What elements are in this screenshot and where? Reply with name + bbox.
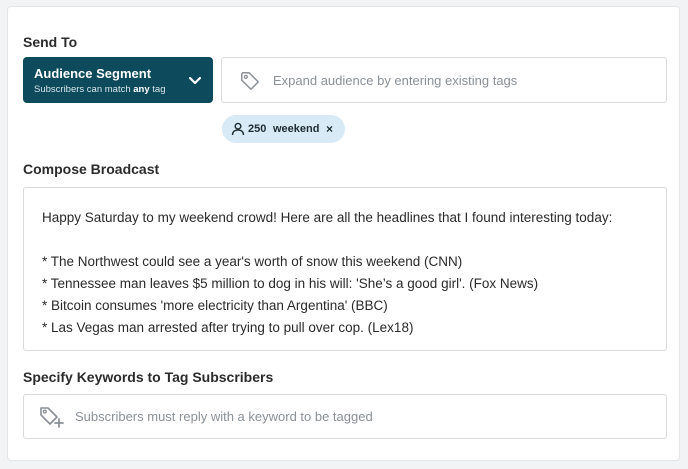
compose-line: * Las Vegas man arrested after trying to… xyxy=(42,320,414,335)
compose-label: Compose Broadcast xyxy=(23,161,160,177)
chip-tag-name: weekend xyxy=(273,123,320,135)
tags-input[interactable]: Expand audience by entering existing tag… xyxy=(221,57,667,103)
audience-segment-dropdown[interactable]: Audience Segment Subscribers can match a… xyxy=(23,57,213,103)
chip-count: 250 xyxy=(248,123,267,135)
compose-line: * Bitcoin consumes 'more electricity tha… xyxy=(42,298,388,313)
keyword-input[interactable]: Subscribers must reply with a keyword to… xyxy=(23,394,667,439)
compose-intro: Happy Saturday to my weekend crowd! Here… xyxy=(42,210,613,225)
send-to-label: Send To xyxy=(23,34,78,50)
compose-textarea[interactable]: Happy Saturday to my weekend crowd! Here… xyxy=(23,187,667,351)
audience-segment-title: Audience Segment xyxy=(34,66,152,81)
keyword-input-placeholder: Subscribers must reply with a keyword to… xyxy=(75,409,373,424)
audience-tag-chip: 250 weekend × xyxy=(222,115,345,143)
chevron-down-icon xyxy=(188,76,202,85)
broadcast-card: Send To Audience Segment Subscribers can… xyxy=(7,6,680,461)
compose-line: * Tennessee man leaves $5 million to dog… xyxy=(42,276,539,291)
chip-remove-icon[interactable]: × xyxy=(326,122,333,136)
tags-input-placeholder: Expand audience by entering existing tag… xyxy=(273,73,518,88)
person-icon xyxy=(231,122,245,136)
tag-add-icon xyxy=(40,407,64,428)
compose-line: * The Northwest could see a year's worth… xyxy=(42,254,463,269)
keywords-label: Specify Keywords to Tag Subscribers xyxy=(23,369,274,385)
tag-icon xyxy=(241,72,259,90)
audience-segment-subtitle: Subscribers can match any tag xyxy=(34,84,166,95)
